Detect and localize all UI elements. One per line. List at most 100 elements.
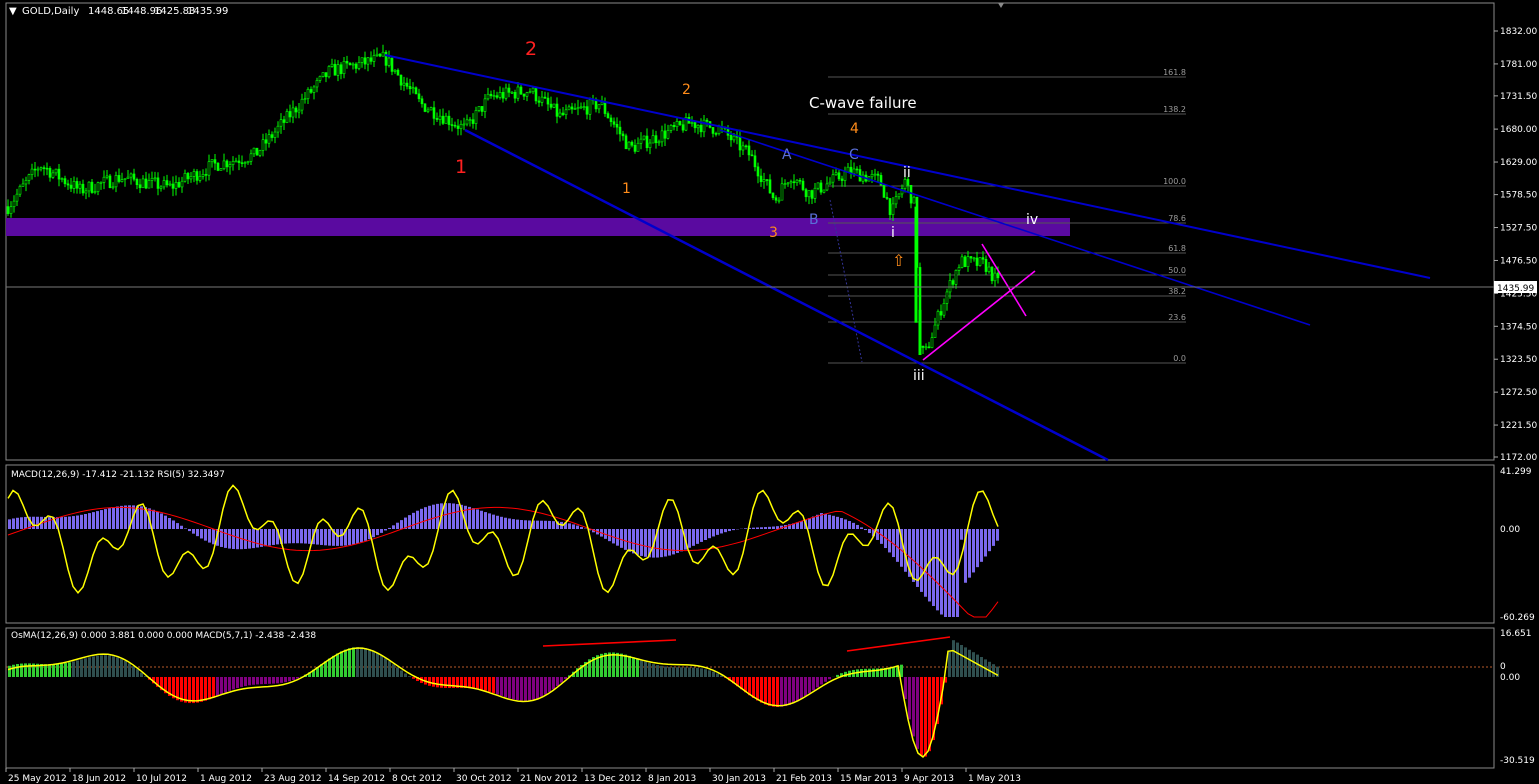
osma-bar (756, 677, 759, 701)
candle-body (633, 144, 637, 152)
osma-bar (340, 651, 343, 677)
candle-body (615, 124, 619, 128)
candle-body (435, 118, 439, 120)
candle-body (939, 311, 943, 316)
wave-label-1: 1 (455, 156, 467, 178)
candle-body (891, 203, 895, 215)
candle-body (135, 179, 139, 186)
macd-bar (356, 529, 359, 544)
up-arrow-icon: ⇧ (892, 251, 905, 270)
candle-body (555, 103, 559, 117)
osma-bar (632, 657, 635, 677)
macd-bar (348, 529, 351, 546)
candle-body (222, 160, 226, 170)
macd-bar (880, 529, 883, 544)
candle-body (117, 175, 121, 182)
osma-bar (412, 677, 415, 679)
candle-body (468, 119, 472, 121)
macd-bar (476, 509, 479, 529)
macd-bar (396, 522, 399, 529)
osma-bar (656, 665, 659, 677)
fib-label: 50.0 (1168, 266, 1186, 275)
candle-body (210, 159, 214, 163)
candle-body (570, 106, 574, 110)
candle-body (432, 107, 436, 119)
osma-bar (324, 661, 327, 677)
osma-bar (660, 665, 663, 677)
candle-body (819, 182, 823, 193)
candle-body (621, 133, 625, 137)
candle-body (57, 168, 61, 180)
macd-bar (572, 524, 575, 529)
wave-label-4: 4 (850, 121, 859, 137)
macd-bar (632, 529, 635, 554)
candle-body (192, 171, 196, 177)
osma-bar (356, 647, 359, 677)
candle-body (357, 62, 361, 69)
osma-bar (348, 648, 351, 677)
candle-body (105, 175, 109, 178)
candle-body (327, 66, 331, 78)
candle-body (780, 183, 784, 201)
candle-body (948, 280, 952, 293)
candle-body (660, 130, 664, 143)
osma-bar (368, 649, 371, 677)
candle-body (507, 87, 511, 93)
candle-body (969, 256, 973, 259)
candle-body (129, 173, 133, 178)
candle-body (933, 324, 937, 338)
candle-body (336, 64, 340, 76)
candle-body (408, 86, 412, 90)
macd-bar (800, 521, 803, 529)
candle-body (579, 106, 583, 109)
chart-header-triangle[interactable]: ▼ (9, 6, 17, 17)
candle-body (543, 96, 547, 99)
macd-bar (228, 529, 231, 549)
macd-bar (916, 529, 919, 587)
candle-body (888, 198, 892, 215)
osma-bar (820, 677, 823, 685)
osma-bar (220, 677, 223, 695)
osma-bar (292, 677, 295, 681)
candle-body (753, 155, 757, 168)
candle-body (717, 126, 721, 134)
macd-bar (856, 524, 859, 529)
candle-body (987, 266, 991, 272)
osma-bar (560, 677, 563, 683)
macd-bar (156, 511, 159, 529)
time-tick-label: 23 Aug 2012 (264, 774, 322, 784)
osma-bar (360, 647, 363, 677)
macd-bar (116, 506, 119, 529)
candle-body (465, 119, 469, 125)
macd-bar (876, 529, 879, 540)
macd-bar (20, 517, 23, 529)
candle-body (360, 57, 364, 63)
wedge-support (922, 270, 1036, 361)
candle-body (981, 257, 985, 260)
time-tick-label: 8 Jan 2013 (648, 774, 696, 784)
candle-body (150, 177, 154, 181)
candle-body (213, 159, 217, 164)
macd-bar (24, 516, 27, 529)
candle-body (342, 60, 346, 75)
macd-bar (484, 512, 487, 529)
osma-panel-frame (5, 627, 1495, 769)
osma-tick-label: 0 (1500, 662, 1506, 672)
candle-body (489, 93, 493, 97)
candle-body (828, 181, 832, 185)
macd-bar (548, 520, 551, 529)
macd-bar (288, 529, 291, 544)
candle-body (636, 142, 640, 152)
candle-body (831, 174, 835, 183)
candle-body (159, 186, 163, 189)
osma-bar (516, 677, 519, 701)
osma-bar (624, 654, 627, 677)
macd-bar (16, 517, 19, 529)
candle-body (426, 109, 430, 112)
osma-bar (264, 677, 267, 684)
osma-bar (52, 664, 55, 677)
candle-body (204, 174, 208, 176)
osma-bar (108, 655, 111, 677)
macd-bar (292, 529, 295, 544)
osma-bar (548, 677, 551, 693)
